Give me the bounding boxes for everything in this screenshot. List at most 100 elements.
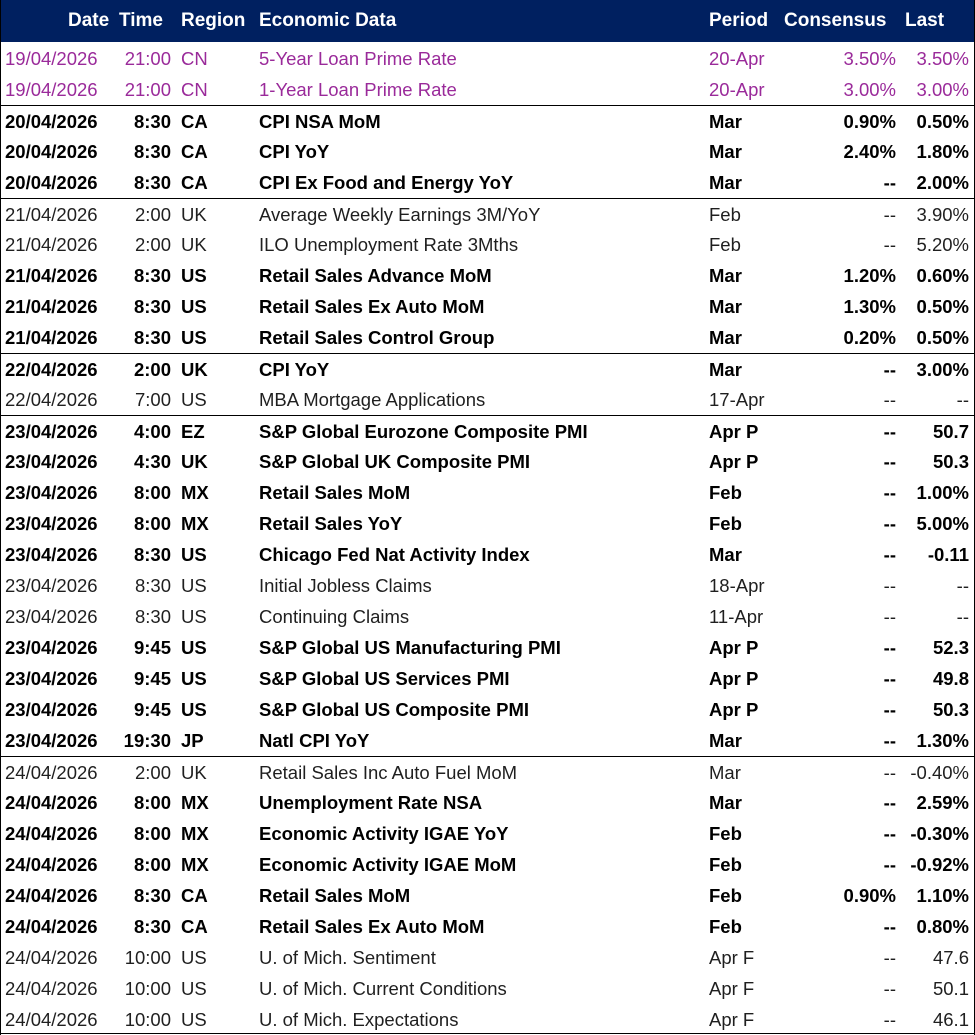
table-row: 23/04/2026 9:45 US S&P Global US Services P… xyxy=(1,663,974,694)
row-economic-data: Chicago Fed Nat Activity Index xyxy=(259,544,530,565)
table-row: 23/04/2026 8:00 MX Retail Sales MoM Feb -- 1.0… xyxy=(1,477,974,508)
row-period: Apr F xyxy=(709,947,755,968)
header-region: Region xyxy=(181,10,246,31)
row-period: 11-Apr xyxy=(709,606,764,627)
table-row: 23/04/2026 19:30 JP Natl CPI YoY Mar -- 1.30% xyxy=(1,725,974,756)
row-date: 24/04/2026 xyxy=(5,854,98,875)
row-time: 2:00 xyxy=(134,234,171,255)
row-last: 47.6 xyxy=(932,947,969,968)
row-time: 8:30 xyxy=(133,111,171,132)
row-consensus: -- xyxy=(883,947,896,968)
row-period: Mar xyxy=(709,265,742,286)
row-time: 8:30 xyxy=(133,544,171,565)
row-time: 10:00 xyxy=(124,947,171,968)
row-date: 22/04/2026 xyxy=(5,359,98,380)
row-economic-data: Retail Sales Inc Auto Fuel MoM xyxy=(259,762,518,783)
row-date: 21/04/2026 xyxy=(5,265,98,286)
table-row: 23/04/2026 8:30 US Chicago Fed Nat Activity… xyxy=(1,539,974,570)
row-region: CN xyxy=(181,48,208,69)
row-consensus: 3.50% xyxy=(843,48,896,69)
row-consensus: -- xyxy=(883,668,896,689)
row-region: US xyxy=(181,544,207,565)
row-last: 3.00% xyxy=(916,79,969,100)
row-region: US xyxy=(181,296,207,317)
row-time: 8:30 xyxy=(134,606,171,627)
row-region: UK xyxy=(181,359,208,380)
row-region: US xyxy=(181,637,207,658)
row-date: 23/04/2026 xyxy=(5,699,98,720)
row-period: Feb xyxy=(709,885,742,906)
header-period: Period xyxy=(709,10,769,31)
table-row: 23/04/2026 8:30 US Continuing Claims 11-Apr -… xyxy=(1,601,974,632)
row-date: 22/04/2026 xyxy=(5,389,98,410)
row-consensus: -- xyxy=(883,823,896,844)
row-period: Apr P xyxy=(709,637,759,658)
table-row: 24/04/2026 2:00 UK Retail Sales Inc Auto Fu… xyxy=(1,756,974,787)
row-consensus: -- xyxy=(883,544,896,565)
row-date: 19/04/2026 xyxy=(5,48,98,69)
row-economic-data: Retail Sales YoY xyxy=(259,513,403,534)
row-economic-data: MBA Mortgage Applications xyxy=(259,389,486,410)
row-period: Mar xyxy=(709,296,742,317)
table-row: 24/04/2026 8:00 MX Economic Activity IGAE Y… xyxy=(1,818,974,849)
row-economic-data: 5-Year Loan Prime Rate xyxy=(259,48,457,69)
row-date: 21/04/2026 xyxy=(5,204,98,225)
row-economic-data: Retail Sales Ex Auto MoM xyxy=(259,296,485,317)
row-time: 8:30 xyxy=(133,916,171,937)
row-period: Feb xyxy=(709,854,742,875)
table-row: 22/04/2026 7:00 US MBA Mortgage Application… xyxy=(1,384,974,415)
row-region: US xyxy=(181,1009,207,1030)
header-date: Date xyxy=(68,10,110,31)
row-date: 24/04/2026 xyxy=(5,762,98,783)
table-row: 21/04/2026 8:30 US Retail Sales Advance MoM… xyxy=(1,260,974,291)
row-period: Apr P xyxy=(709,451,759,472)
row-consensus: -- xyxy=(883,482,896,503)
table-row: 24/04/2026 8:30 CA Retail Sales Ex Auto MoM… xyxy=(1,911,974,942)
row-economic-data: ILO Unemployment Rate 3Mths xyxy=(259,234,519,255)
row-consensus: -- xyxy=(883,792,896,813)
row-period: Apr P xyxy=(709,668,759,689)
row-economic-data: CPI NSA MoM xyxy=(259,111,381,132)
row-region: EZ xyxy=(181,421,205,442)
row-last: 1.10% xyxy=(916,885,969,906)
row-period: Mar xyxy=(709,359,742,380)
row-economic-data: S&P Global UK Composite PMI xyxy=(259,451,531,472)
row-date: 23/04/2026 xyxy=(5,544,98,565)
row-date: 23/04/2026 xyxy=(5,637,98,658)
row-region: MX xyxy=(181,823,209,844)
row-time: 9:45 xyxy=(133,699,171,720)
header-consensus: Consensus xyxy=(784,10,887,31)
row-date: 21/04/2026 xyxy=(5,327,98,348)
row-period: Apr P xyxy=(709,421,759,442)
row-period: 20-Apr xyxy=(709,48,765,69)
table-row: 21/04/2026 8:30 US Retail Sales Control Gro… xyxy=(1,322,974,353)
row-period: Feb xyxy=(709,916,742,937)
table-header: Date Time Region Economic Data Period Co… xyxy=(1,0,974,42)
row-consensus: -- xyxy=(883,421,896,442)
row-last: 0.80% xyxy=(916,916,969,937)
table-row: 24/04/2026 8:00 MX Economic Activity IGAE M… xyxy=(1,849,974,880)
row-date: 23/04/2026 xyxy=(5,513,98,534)
row-region: US xyxy=(181,265,207,286)
row-date: 23/04/2026 xyxy=(5,451,98,472)
row-consensus: 0.90% xyxy=(843,111,896,132)
row-period: Feb xyxy=(709,234,741,255)
row-region: CA xyxy=(181,885,208,906)
row-region: US xyxy=(181,327,207,348)
row-last: 50.3 xyxy=(932,451,969,472)
row-economic-data: Retail Sales Advance MoM xyxy=(259,265,492,286)
row-consensus: -- xyxy=(883,172,896,193)
row-consensus: 3.00% xyxy=(843,79,896,100)
row-period: 17-Apr xyxy=(709,389,765,410)
row-date: 24/04/2026 xyxy=(5,978,98,999)
row-time: 9:45 xyxy=(133,637,171,658)
row-time: 21:00 xyxy=(124,79,171,100)
row-last: 3.50% xyxy=(916,48,969,69)
row-consensus: -- xyxy=(883,204,896,225)
row-consensus: 1.30% xyxy=(843,296,896,317)
row-time: 9:45 xyxy=(133,668,171,689)
row-date: 19/04/2026 xyxy=(5,79,98,100)
row-date: 23/04/2026 xyxy=(5,421,98,442)
table-row: 20/04/2026 8:30 CA CPI NSA MoM Mar 0.90% 0.50% xyxy=(1,105,974,136)
row-last: 50.3 xyxy=(932,699,969,720)
